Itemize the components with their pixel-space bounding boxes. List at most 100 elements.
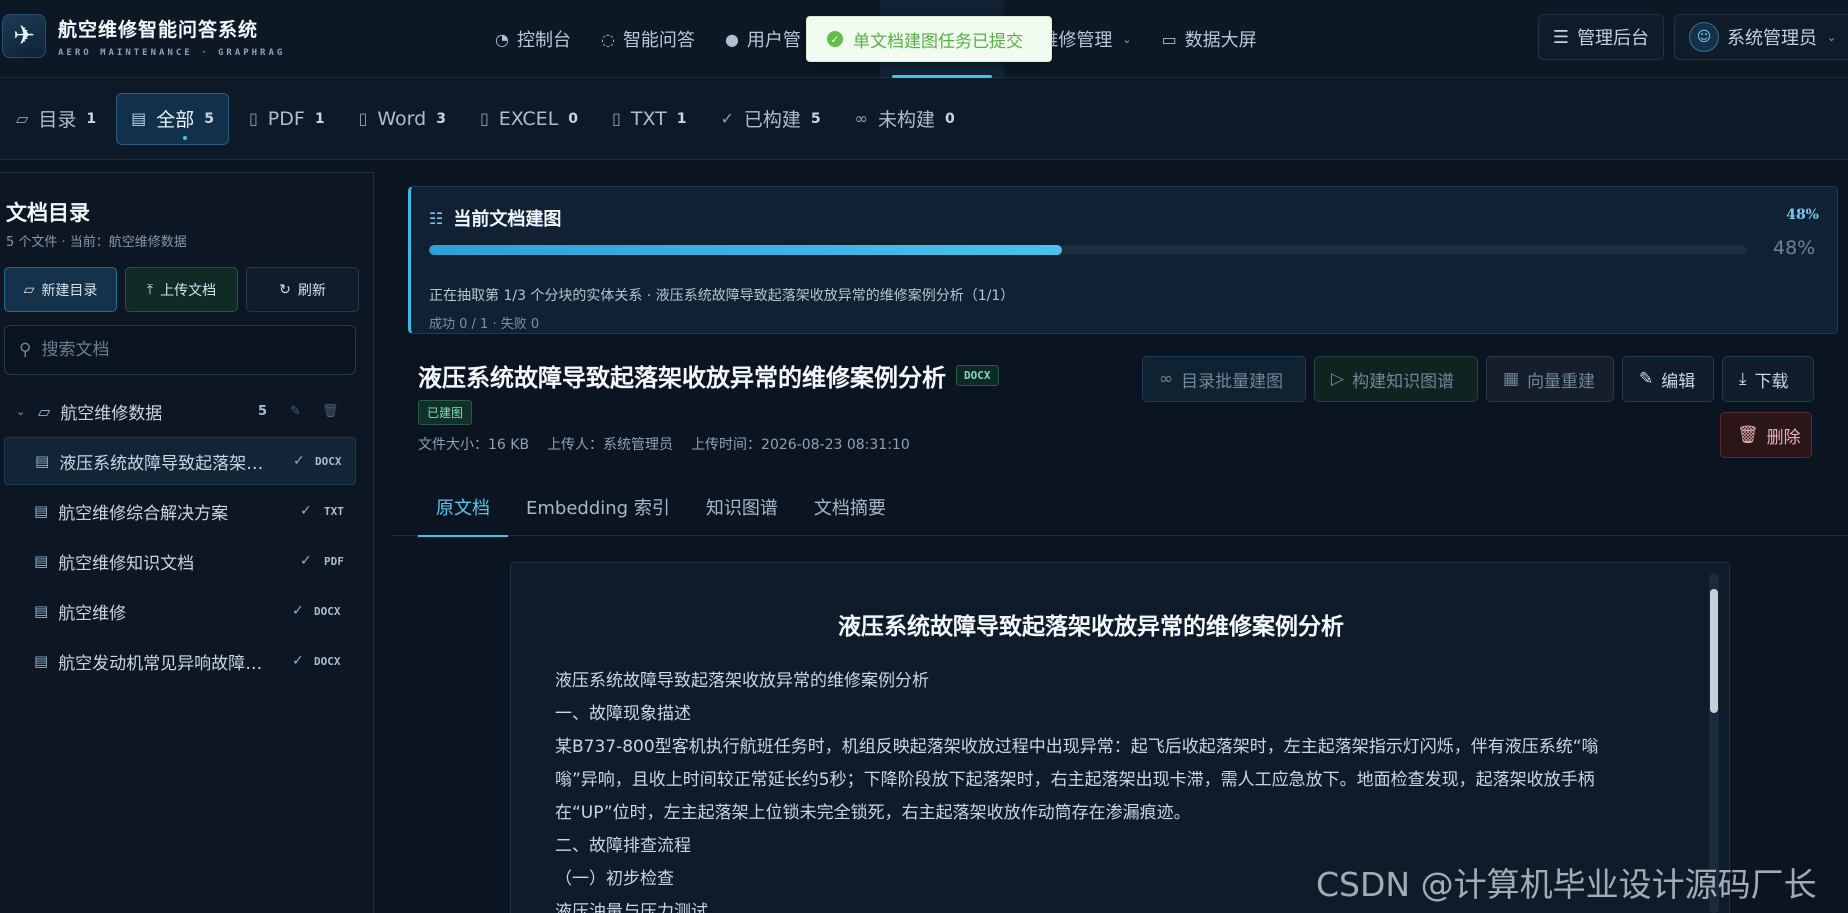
refresh-icon: ↻ [279,281,291,298]
chat-icon: ◌ [600,29,615,49]
edit-button[interactable]: ✎ 编辑 [1622,356,1714,402]
build-task-card: ☷ 当前文档建图 48% 48% 正在抽取第 1/3 个分块的实体关系 · 液压… [408,186,1838,334]
file-item[interactable]: ▤ 航空发动机常见异响故障排查 ✓ DOCX [4,637,356,685]
document-tabs: 原文档 Embedding 索引 知识图谱 文档摘要 [392,478,1848,537]
file-name: 航空维修知识文档 [58,553,195,574]
airplane-icon: ✈ [2,14,46,58]
folder-item[interactable]: ⌄ ▱ 航空维修数据 5 ✎ 🗑 [4,391,356,431]
link-icon: ∞ [854,109,868,128]
nav-item-dashboard[interactable]: ◔ 控制台 [480,0,586,78]
filter-tab-built[interactable]: ✓ 已构建 5 [707,93,835,145]
file-icon: ▯ [612,109,621,128]
brand-title: 航空维修智能问答系统 [58,18,259,41]
check-icon: ✓ [720,109,734,128]
folder-icon: ▱ [38,401,51,421]
file-type: PDF [324,554,344,568]
filter-tab-txt[interactable]: ▯ TXT 1 [598,93,700,145]
task-percent-label: 48% [1786,207,1819,223]
batch-build-button[interactable]: ∞ 目录批量建图 [1142,356,1306,402]
filter-tab-pdf[interactable]: ▯ PDF 1 [235,93,339,145]
file-size: 文件大小：16 KB [418,437,530,453]
edit-icon: ✎ [1639,369,1654,389]
document-icon: ▤ [34,502,49,520]
document-actions: ∞ 目录批量建图 ▷ 构建知识图谱 ▦ 向量重建 ✎ 编辑 ⤓ 下载 [1142,356,1814,402]
preview-line: 某B737-800型客机执行航班任务时，机组反映起落架收放过程中出现异常：起飞后… [555,737,1599,757]
filter-tab-folders[interactable]: ▱ 目录 1 [2,93,110,145]
tab-summary[interactable]: 文档摘要 [796,478,904,536]
refresh-button[interactable]: ↻ 刷新 [246,267,359,312]
filter-tab-all[interactable]: ▤ 全部 5 [116,92,229,145]
file-item[interactable]: ▤ 航空维修综合解决方案 ✓ TXT [4,487,356,535]
edit-icon[interactable]: ✎ [290,404,301,419]
preview-line: 液压系统故障导致起落架收放异常的维修案例分析 [555,671,929,691]
file-name: 航空维修 [58,603,127,624]
upload-icon: ⤒ [146,281,154,298]
trash-icon: 🗑 [1737,425,1759,445]
file-type: DOCX [315,454,342,468]
progress-percent: 48% [1773,237,1816,259]
file-name: 液压系统故障导致起落架收放异常的维修案例分析 [59,453,273,474]
file-name: 航空发动机常见异响故障排查 [58,653,273,674]
tab-original[interactable]: 原文档 [418,478,508,537]
task-title: 当前文档建图 [453,209,562,230]
chevron-down-icon: ⌄ [1122,32,1132,46]
document-icon: ▤ [34,602,49,620]
document-icon: ▤ [34,552,49,570]
sidebar-title: 文档目录 [6,201,90,225]
delete-button[interactable]: 🗑 删除 [1720,412,1812,458]
grid-icon: ▦ [1503,369,1520,389]
success-toast: ✓ 单文档建图任务已提交 [806,16,1052,62]
nav-item-data-screen[interactable]: ▭ 数据大屏 [1147,0,1272,78]
filter-tab-unbuilt[interactable]: ∞ 未构建 0 [841,93,969,145]
play-icon: ▷ [1331,369,1345,389]
check-icon: ✓ [292,653,304,669]
rebuild-vector-button[interactable]: ▦ 向量重建 [1486,356,1614,402]
download-icon: ⤓ [1739,369,1747,389]
filter-tab-word[interactable]: ▯ Word 3 [345,93,460,145]
build-graph-button[interactable]: ▷ 构建知识图谱 [1314,356,1478,402]
brand-subtitle: AERO MAINTENANCE · GRAPHRAG [58,47,286,58]
main-panel: ☷ 当前文档建图 48% 48% 正在抽取第 1/3 个分块的实体关系 · 液压… [392,172,1848,913]
check-icon: ✓ [300,503,312,519]
uploader: 上传人：系统管理员 [547,437,674,453]
file-item[interactable]: ▤ 液压系统故障导致起落架收放异常的维修案例分析 ✓ DOCX [4,437,356,485]
folder-icon: ▱ [23,281,35,298]
filter-tab-excel[interactable]: ▯ EXCEL 0 [466,93,592,145]
document-type-badge: DOCX [956,365,999,386]
top-navbar: ✈ 航空维修智能问答系统 AERO MAINTENANCE · GRAPHRAG… [0,0,1848,78]
document-icon: ▤ [35,452,50,470]
folder-name: 航空维修数据 [60,403,163,424]
preview-line: 在“UP”位时，左主起落架上位锁未完全锁死，右主起落架收放作动筒存在渗漏痕迹。 [555,803,1191,823]
search-input[interactable] [41,340,322,360]
task-message: 正在抽取第 1/3 个分块的实体关系 · 液压系统故障导致起落架收放异常的维修案… [429,288,1015,304]
search-icon: ⚲ [19,340,32,360]
tab-embedding[interactable]: Embedding 索引 [508,478,688,536]
file-icon: ▯ [358,109,368,128]
trash-icon[interactable]: 🗑 [322,404,339,419]
upload-document-button[interactable]: ⤒ 上传文档 [125,267,238,312]
status-badge: 已建图 [418,400,473,425]
nav-item-chat[interactable]: ◌ 智能问答 [586,0,710,78]
tab-knowledge-graph[interactable]: 知识图谱 [688,478,796,536]
download-button[interactable]: ⤓ 下载 [1722,356,1814,402]
filter-tabs: ▱ 目录 1 ▤ 全部 5 ▯ PDF 1 ▯ Word 3 ▯ EXCEL 0… [0,78,1848,160]
preview-heading: 液压系统故障导致起落架收放异常的维修案例分析 [838,614,1344,640]
progress-bar [429,245,1747,255]
document-sidebar: 文档目录 5 个文件 · 当前：航空维修数据 ▱ 新建目录 ⤒ 上传文档 ↻ 刷… [0,172,374,913]
file-item[interactable]: ▤ 航空维修知识文档 ✓ PDF [4,537,356,585]
link-icon: ∞ [1159,369,1174,389]
upload-time: 上传时间：2026-08-23 08:31:10 [691,437,910,453]
brand[interactable]: ✈ 航空维修智能问答系统 AERO MAINTENANCE · GRAPHRAG [0,8,285,64]
file-type: TXT [324,504,344,518]
document-search: ⚲ [4,325,356,375]
user-menu-button[interactable]: ☺ 系统管理员 ⌄ [1674,14,1848,60]
file-type: DOCX [314,604,341,618]
dashboard-icon: ◔ [495,29,509,49]
scrollbar-thumb[interactable] [1710,589,1718,713]
new-folder-button[interactable]: ▱ 新建目录 [4,267,117,312]
admin-console-button[interactable]: ☰ 管理后台 [1538,14,1664,60]
screen-icon: ▭ [1161,29,1177,49]
avatar: ☺ [1689,22,1719,52]
file-item[interactable]: ▤ 航空维修 ✓ DOCX [4,587,356,635]
check-icon: ✓ [300,553,312,569]
